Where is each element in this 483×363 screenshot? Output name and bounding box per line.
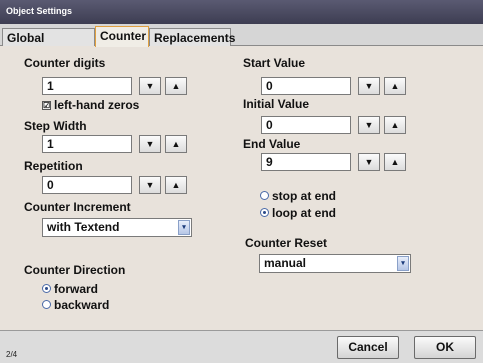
left-hand-zeros-checkbox[interactable]: ☑ left-hand zeros — [42, 98, 139, 112]
tab-counter[interactable]: Counter — [95, 26, 149, 47]
repetition-label: Repetition — [24, 159, 83, 173]
loop-at-end-radio[interactable]: loop at end — [260, 206, 336, 220]
repetition-down-button[interactable]: ▼ — [139, 176, 161, 194]
chevron-down-icon[interactable]: ▾ — [397, 256, 409, 271]
step-width-down-button[interactable]: ▼ — [139, 135, 161, 153]
page-indicator: 2/4 — [6, 350, 18, 359]
end-value-label: End Value — [243, 137, 301, 151]
title-bar: Object Settings — [0, 0, 483, 24]
counter-panel: Counter digits 1 ▼ ▲ ☑ left-hand zeros St… — [0, 46, 483, 330]
start-value-label: Start Value — [243, 56, 306, 70]
tab-replacements[interactable]: Replacements — [149, 28, 235, 46]
ok-button[interactable]: OK — [414, 336, 476, 359]
counter-digits-down-button[interactable]: ▼ — [139, 77, 161, 95]
direction-forward-radio[interactable]: forward — [42, 282, 98, 296]
radio-selected-icon — [42, 284, 51, 293]
repetition-field[interactable]: 0 — [42, 176, 132, 194]
radio-unselected-icon — [260, 191, 269, 200]
initial-value-up-button[interactable]: ▲ — [384, 116, 406, 134]
counter-increment-value: with Textend — [47, 220, 120, 234]
start-value-up-button[interactable]: ▲ — [384, 77, 406, 95]
radio-selected-icon — [260, 208, 269, 217]
step-width-label: Step Width — [24, 119, 87, 133]
counter-digits-up-button[interactable]: ▲ — [165, 77, 187, 95]
start-value-field[interactable]: 0 — [261, 77, 351, 95]
initial-value-field[interactable]: 0 — [261, 116, 351, 134]
step-width-field[interactable]: 1 — [42, 135, 132, 153]
window-title: Object Settings — [6, 6, 73, 16]
radio-unselected-icon — [42, 300, 51, 309]
counter-increment-select[interactable]: with Textend ▾ — [42, 218, 192, 237]
forward-label: forward — [54, 282, 99, 296]
footer-bar: 2/4 Cancel OK — [0, 330, 483, 363]
counter-digits-label: Counter digits — [24, 56, 106, 70]
end-value-field[interactable]: 9 — [261, 153, 351, 171]
counter-reset-value: manual — [264, 256, 307, 270]
tab-global-settings[interactable]: Global Settings — [2, 28, 95, 59]
counter-direction-label: Counter Direction — [24, 263, 126, 277]
step-width-up-button[interactable]: ▲ — [165, 135, 187, 153]
initial-value-down-button[interactable]: ▼ — [358, 116, 380, 134]
chevron-down-icon[interactable]: ▾ — [178, 220, 190, 235]
end-value-down-button[interactable]: ▼ — [358, 153, 380, 171]
end-value-up-button[interactable]: ▲ — [384, 153, 406, 171]
tab-bar: Global Settings Counter Replacements — [0, 24, 483, 59]
left-hand-zeros-label: left-hand zeros — [54, 98, 140, 112]
stop-at-end-radio[interactable]: stop at end — [260, 189, 336, 203]
direction-backward-radio[interactable]: backward — [42, 298, 109, 312]
loop-at-end-label: loop at end — [272, 206, 336, 220]
checkbox-check-icon: ☑ — [42, 101, 51, 110]
counter-reset-label: Counter Reset — [245, 236, 328, 250]
counter-digits-field[interactable]: 1 — [42, 77, 132, 95]
start-value-down-button[interactable]: ▼ — [358, 77, 380, 95]
repetition-up-button[interactable]: ▲ — [165, 176, 187, 194]
counter-reset-select[interactable]: manual ▾ — [259, 254, 411, 273]
counter-increment-label: Counter Increment — [24, 200, 131, 214]
stop-at-end-label: stop at end — [272, 189, 337, 203]
initial-value-label: Initial Value — [243, 97, 310, 111]
backward-label: backward — [54, 298, 110, 312]
cancel-button[interactable]: Cancel — [337, 336, 399, 359]
